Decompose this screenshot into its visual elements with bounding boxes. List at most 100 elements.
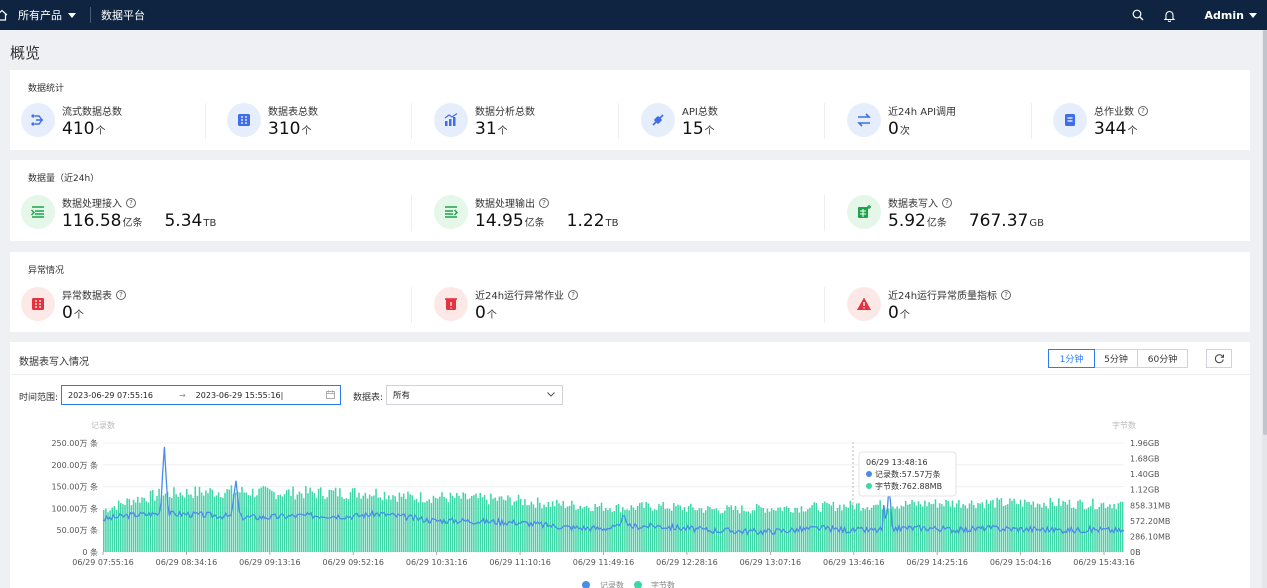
bytes-bar [1104,508,1107,552]
search-icon[interactable] [1123,9,1153,21]
bytes-bar [251,488,254,552]
stat-label: 数据处理接入 [62,199,122,210]
bytes-bar [558,503,560,552]
bytes-bar [979,503,981,552]
bytes-bar [470,495,473,552]
stat-job-count: 总作业数? 344 个 [1053,103,1148,139]
bytes-bar [660,505,662,552]
bytes-bar [677,504,679,552]
bytes-bar [594,503,596,552]
bytes-bar [105,508,107,552]
stat-label: 近24h API调用 [888,107,957,118]
bytes-bar [122,504,124,552]
bytes-bar [279,494,282,552]
bytes-bar [328,489,331,552]
help-icon[interactable]: ? [126,197,136,208]
help-icon[interactable]: ? [1001,289,1012,300]
bytes-bar [128,499,131,552]
bytes-bar [179,492,182,552]
bytes-bar [692,507,694,552]
bytes-bar [1038,504,1041,552]
help-icon[interactable]: ? [539,197,549,208]
bytes-bar [570,500,573,552]
bytes-bar [630,505,633,552]
stat-label: 数据表写入 [888,199,938,210]
bytes-bar [285,490,288,552]
bytes-bar [379,497,382,552]
bytes-bar [192,498,194,552]
table-select[interactable]: 所有 [386,385,563,405]
bytes-bar [166,491,169,552]
bytes-bar [668,508,671,552]
bytes-bar [256,495,258,552]
bytes-bar [439,496,441,552]
bytes-bar [134,502,137,552]
bytes-bar [977,502,979,552]
bytes-bar [670,510,673,552]
bell-icon[interactable] [1155,9,1185,22]
platform-title[interactable]: 数据平台 [101,7,145,23]
bytes-bar [896,506,898,552]
stat-unit: TB [605,218,619,229]
bytes-bar [913,502,915,552]
stat-value: 410 [62,119,95,139]
bytes-bar [522,504,524,552]
help-icon[interactable]: ? [568,289,579,300]
bytes-bar [298,491,301,552]
bytes-bar [892,506,894,552]
interval-60min-button[interactable]: 60分钟 [1137,349,1188,368]
bytes-bar [117,500,120,552]
interval-1min-button[interactable]: 1分钟 [1048,349,1095,368]
bytes-bar [468,498,471,552]
bytes-bar [230,485,233,552]
calendar-icon[interactable] [326,390,335,401]
interval-5min-button[interactable]: 5分钟 [1094,349,1138,368]
bytes-bar [154,500,156,552]
text-cursor: | [280,390,284,400]
bytes-bar [1111,508,1113,552]
end-time-input[interactable]: 2023-06-29 15:55:16 [196,391,281,400]
bytes-bar [115,509,118,552]
bytes-bar [819,511,822,552]
bytes-bar [294,499,296,552]
bytes-bar [1096,509,1098,552]
bytes-bar [609,508,611,552]
bytes-bar [198,486,201,552]
bytes-bar [456,492,458,552]
bytes-bar [1004,505,1007,552]
user-menu[interactable]: Admin [1205,9,1257,22]
bytes-bar [292,486,294,552]
bytes-bar [622,507,624,552]
stat-ingest: 数据处理接入? 116.58 亿条 5.34 TB [21,195,216,231]
bytes-bar [575,509,577,552]
help-icon[interactable]: ? [116,289,126,300]
bytes-bar [849,500,852,552]
legend-bytes-marker[interactable] [634,581,642,588]
help-icon[interactable]: ? [1138,105,1148,116]
bytes-bar [234,492,237,552]
bytes-bar [296,494,299,552]
all-products-menu[interactable]: 所有产品 [18,7,76,23]
bytes-bar [428,499,430,552]
help-icon[interactable]: ? [942,197,952,208]
bytes-bar [860,510,862,552]
bytes-bar [1009,498,1011,552]
bytes-bar [894,508,896,552]
x-tick-label: 06/29 11:10:16 [489,558,551,567]
bytes-bar [164,493,167,552]
bytes-bar [519,498,522,552]
bytes-bar [1121,501,1124,552]
legend-records-marker[interactable] [582,581,590,588]
time-range-picker[interactable]: 2023-06-29 07:55:16 → 2023-06-29 15:55:1… [61,385,341,405]
start-time-input[interactable]: 2023-06-29 07:55:16 [68,391,153,400]
bytes-bar [173,487,175,552]
data-stats-card: 数据统计 流式数据总数 410 个 数据表总数 310 个 数据分析总数 31 个 [10,70,1250,150]
home-icon[interactable] [0,9,12,21]
bytes-bar [770,508,773,552]
bytes-bar [239,492,241,552]
bytes-bar [764,512,767,552]
bytes-bar [579,505,581,552]
bytes-bar [1028,501,1030,552]
scrollbar-thumb[interactable] [1263,30,1267,435]
refresh-button[interactable] [1206,349,1232,368]
